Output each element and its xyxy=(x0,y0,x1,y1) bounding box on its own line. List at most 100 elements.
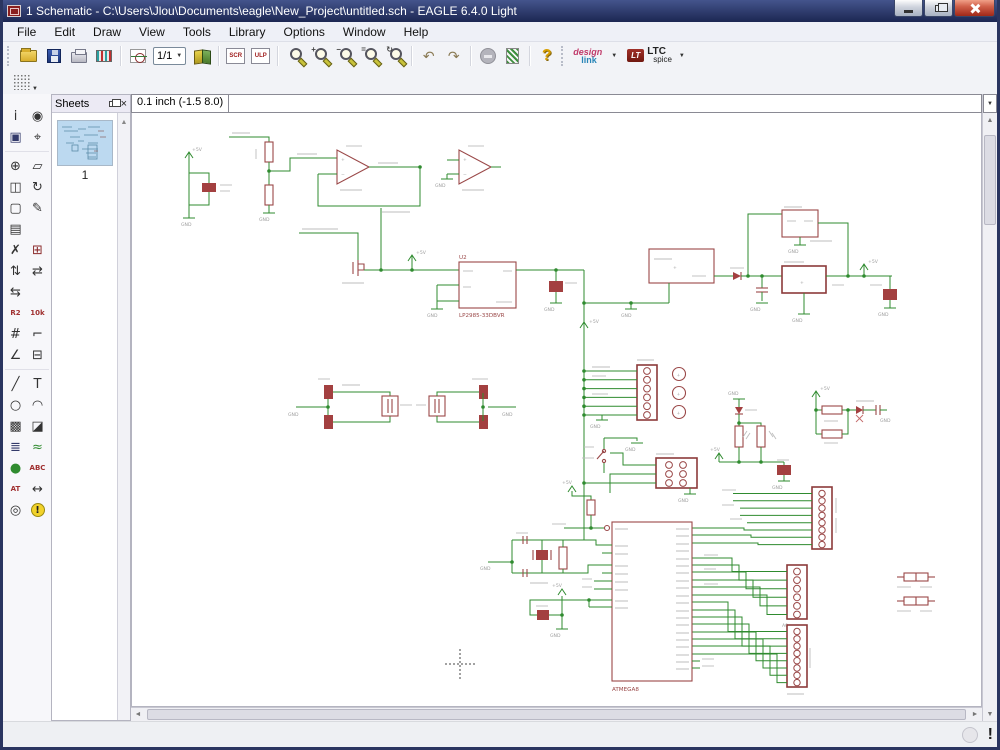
print-button[interactable] xyxy=(67,44,90,67)
tool-add[interactable]: ⊞ xyxy=(27,240,48,260)
simulate-icon xyxy=(506,48,519,64)
tool-net[interactable]: ≈ xyxy=(27,437,48,457)
switch-to-board-button[interactable] xyxy=(126,44,149,67)
close-panel-icon[interactable]: × xyxy=(121,99,127,109)
sheets-panel-header: Sheets × xyxy=(52,95,130,113)
design-link-button[interactable]: design link xyxy=(571,44,604,67)
menu-item-draw[interactable]: Draw xyxy=(84,23,130,41)
close-button[interactable] xyxy=(954,0,995,17)
tool-rotate[interactable]: ↻ xyxy=(27,177,48,197)
tool-name[interactable]: R2 xyxy=(5,303,26,323)
tool-polygon[interactable]: ◪ xyxy=(27,416,48,436)
help-button[interactable]: ? xyxy=(535,44,558,67)
menu-item-window[interactable]: Window xyxy=(334,23,395,41)
run-ulp-button[interactable]: ULP xyxy=(249,44,272,67)
minimize-button[interactable] xyxy=(894,0,923,17)
zoom-select-icon xyxy=(365,48,377,60)
tool-show[interactable]: ◉ xyxy=(27,106,48,126)
design-link-dropdown[interactable]: ▼ xyxy=(611,53,617,59)
vertical-scroll-thumb[interactable] xyxy=(984,135,996,225)
tool-mirror[interactable]: ◫ xyxy=(5,177,26,197)
command-dropdown[interactable]: ▼ xyxy=(983,94,997,113)
open-button[interactable] xyxy=(17,44,40,67)
menu-item-view[interactable]: View xyxy=(130,23,174,41)
tool-gateswap[interactable]: ⇆ xyxy=(5,282,26,302)
tool-move[interactable]: ⊕ xyxy=(5,156,26,176)
tool-bus[interactable]: ≣ xyxy=(5,437,26,457)
tool-info[interactable]: i xyxy=(5,106,26,126)
zoom-out-button[interactable]: − xyxy=(333,44,356,67)
header-8pin-bottom xyxy=(692,602,810,694)
zoom-in-button[interactable]: + xyxy=(308,44,331,67)
tool-invoke[interactable]: ⊟ xyxy=(27,345,48,365)
ltc-bottom: spice xyxy=(653,56,672,64)
restore-button[interactable] xyxy=(924,0,953,17)
use-library-button[interactable] xyxy=(190,44,213,67)
tool-attribute[interactable]: AT xyxy=(5,479,26,499)
tool-split[interactable]: ∠ xyxy=(5,345,26,365)
sheets-panel-scrollbar[interactable]: ▲ xyxy=(117,113,130,720)
command-input[interactable] xyxy=(229,94,982,113)
tool-replace[interactable]: ⇄ xyxy=(27,261,48,281)
tool-erc[interactable]: ◎ xyxy=(5,500,26,520)
tool-arc[interactable]: ◠ xyxy=(27,395,48,415)
tool-errors[interactable]: ! xyxy=(27,500,48,520)
tool-text[interactable]: T xyxy=(27,374,48,394)
run-script-button[interactable]: SCR xyxy=(224,44,247,67)
redo-button[interactable]: ↷ xyxy=(442,44,465,67)
tool-delete[interactable]: ✗ xyxy=(5,240,26,260)
plus-icon: + xyxy=(311,46,316,54)
tool-dimension[interactable]: ↔ xyxy=(27,479,48,499)
tool-display[interactable]: ▣ xyxy=(5,127,26,147)
toolbar-drag-handle[interactable] xyxy=(561,46,566,66)
scroll-up-icon[interactable]: ▲ xyxy=(983,113,997,127)
horizontal-scrollbar[interactable]: ◄ ► xyxy=(131,707,982,721)
ltc-spice-button[interactable]: LT LTC spice xyxy=(624,44,672,67)
toolbar-drag-handle[interactable] xyxy=(7,46,12,66)
zoom-select-button[interactable]: = xyxy=(358,44,381,67)
menu-item-library[interactable]: Library xyxy=(220,23,275,41)
vertical-scrollbar[interactable]: ▼ ▲ ▼ xyxy=(982,94,997,721)
horizontal-scroll-track[interactable] xyxy=(145,708,968,721)
stop-button[interactable] xyxy=(476,44,499,67)
vertical-scroll-track[interactable] xyxy=(983,127,997,707)
schematic-canvas[interactable]: +5V GND xyxy=(131,113,982,707)
save-button[interactable] xyxy=(42,44,65,67)
cam-processor-button[interactable] xyxy=(92,44,115,67)
sheet-thumbnail[interactable] xyxy=(57,120,113,166)
tool-copy[interactable]: ▱ xyxy=(27,156,48,176)
menu-item-help[interactable]: Help xyxy=(395,23,438,41)
tool-value[interactable]: 10k xyxy=(27,303,48,323)
scroll-right-icon[interactable]: ► xyxy=(968,708,982,721)
ltc-spice-dropdown[interactable]: ▼ xyxy=(679,53,685,59)
zoom-redraw-button[interactable]: ↻ xyxy=(383,44,406,67)
sheet-selector[interactable]: 1/1 ▼ xyxy=(153,47,186,65)
undo-button[interactable]: ↶ xyxy=(417,44,440,67)
zoom-fit-button[interactable] xyxy=(283,44,306,67)
svg-text:−: − xyxy=(341,173,345,178)
menu-item-options[interactable]: Options xyxy=(275,23,334,41)
tool-group[interactable]: ▢ xyxy=(5,198,26,218)
tool-circle[interactable]: ○ xyxy=(5,395,26,415)
tool-mark[interactable]: ⌖ xyxy=(27,127,48,147)
tool-label[interactable]: ABC xyxy=(27,458,48,478)
float-panel-icon[interactable] xyxy=(109,101,116,107)
grid-settings-button[interactable] xyxy=(13,74,31,90)
menu-item-edit[interactable]: Edit xyxy=(45,23,84,41)
tool-miter[interactable]: ⌐ xyxy=(27,324,48,344)
tool-pinswap[interactable]: ⇅ xyxy=(5,261,26,281)
tool-junction[interactable]: ● xyxy=(5,458,26,478)
tool-wire[interactable]: ╱ xyxy=(5,374,26,394)
tool-rect[interactable]: ▩ xyxy=(5,416,26,436)
scroll-down-icon[interactable]: ▼ xyxy=(983,707,997,721)
tool-paste[interactable]: ▤ xyxy=(5,219,26,239)
svg-text:+5V: +5V xyxy=(868,259,879,265)
menu-item-tools[interactable]: Tools xyxy=(174,23,220,41)
horizontal-scroll-thumb[interactable] xyxy=(147,709,966,720)
menu-item-file[interactable]: File xyxy=(8,23,45,41)
sheets-panel: Sheets × 1 ▲ xyxy=(51,94,131,721)
tool-change[interactable]: ✎ xyxy=(27,198,48,218)
simulate-button[interactable] xyxy=(501,44,524,67)
scroll-left-icon[interactable]: ◄ xyxy=(131,708,145,721)
tool-smash[interactable]: # xyxy=(5,324,26,344)
